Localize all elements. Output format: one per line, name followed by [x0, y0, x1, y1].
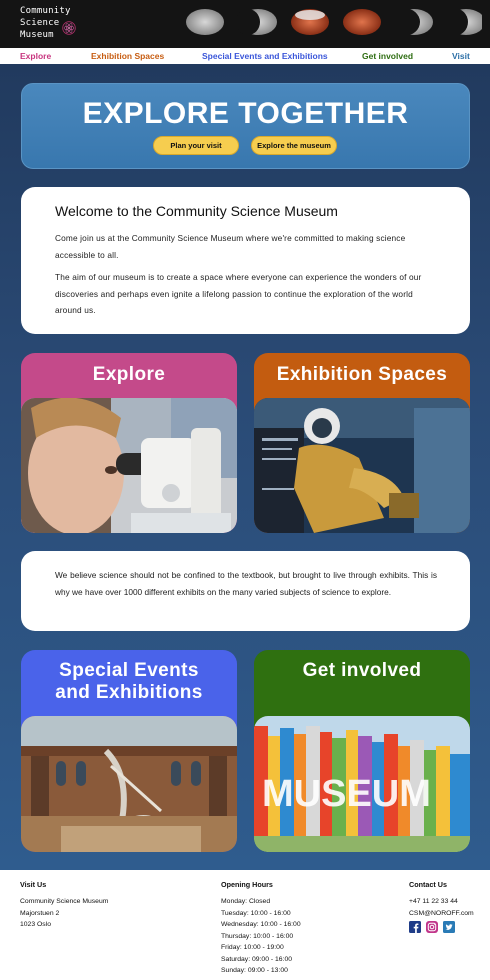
welcome-paragraph-2: The aim of our museum is to create a spa…	[55, 272, 422, 315]
footer-contact-heading: Contact Us	[409, 880, 447, 889]
main-nav: Explore Exhibition Spaces Special Events…	[0, 48, 490, 64]
museum-hall-image	[21, 716, 237, 852]
exhibition-spaces-tile[interactable]: Exhibition Spaces	[254, 353, 470, 533]
involved-tile-title: Get involved	[302, 660, 422, 681]
site-footer: Visit Us Community Science Museum Majors…	[0, 870, 490, 980]
welcome-paragraph-1: Come join us at the Community Science Mu…	[55, 233, 406, 260]
facebook-icon[interactable]	[409, 921, 421, 933]
nav-exhibition-spaces[interactable]: Exhibition Spaces	[91, 51, 164, 61]
footer-hours-heading: Opening Hours	[221, 880, 273, 889]
get-involved-tile[interactable]: Get involved MUSEUM	[254, 650, 470, 852]
logo-line-1: Community	[20, 6, 71, 16]
footer-hours-line: Friday: 10:00 - 19:00	[221, 944, 284, 951]
footer-visit: Visit Us Community Science Museum Majors…	[20, 880, 108, 931]
hero-title: EXPLORE TOGETHER	[82, 97, 409, 130]
nav-special-events[interactable]: Special Events and Exhibitions	[202, 51, 328, 61]
special-events-tile[interactable]: Special Events and Exhibitions	[21, 650, 237, 852]
footer-hours-line: Tuesday: 10:00 - 16:00	[221, 909, 291, 917]
footer-hours-line: Saturday: 09:00 - 16:00	[221, 955, 293, 963]
footer-visit-line: Community Science Museum	[20, 898, 109, 905]
atom-icon	[62, 21, 76, 35]
explore-tile[interactable]: Explore	[21, 353, 237, 533]
plan-visit-button[interactable]: Plan your visit	[153, 136, 239, 155]
believe-text: We believe science should not be confine…	[55, 570, 437, 597]
nav-get-involved[interactable]: Get involved	[362, 51, 413, 61]
events-tile-title-line-1: Special Events	[59, 660, 199, 681]
welcome-card: Welcome to the Community Science Museum …	[21, 187, 470, 334]
site-header: Community Science Museum	[0, 0, 490, 48]
explore-museum-button[interactable]: Explore the museum	[251, 136, 337, 155]
social-links	[409, 921, 474, 933]
hero-banner: EXPLORE TOGETHER	[21, 83, 470, 169]
footer-hours-line: Thursday: 10:00 - 16:00	[221, 932, 294, 940]
exhibition-tile-title: Exhibition Spaces	[276, 364, 448, 385]
footer-visit-line: Majorstuen 2	[20, 909, 60, 917]
astronaut-exhibit-image	[254, 398, 470, 533]
footer-visit-line: 1023 Oslo	[20, 921, 51, 928]
explore-tile-title: Explore	[92, 364, 166, 385]
events-tile-title-line-2: and Exhibitions	[55, 682, 203, 703]
nav-visit[interactable]: Visit	[452, 51, 470, 61]
instagram-icon[interactable]	[426, 921, 438, 933]
footer-visit-heading: Visit Us	[20, 880, 47, 889]
museum-facade-lettering: MUSEUM	[262, 773, 431, 815]
believe-card: We believe science should not be confine…	[21, 551, 470, 631]
museum-facade-image: MUSEUM	[254, 716, 470, 852]
welcome-title: Welcome to the Community Science Museum	[55, 203, 338, 219]
microscope-image	[21, 398, 237, 533]
footer-hours-line: Wednesday: 10:00 - 16:00	[221, 921, 301, 928]
footer-contact: Contact Us +47 11 22 33 44 CSM@NOROFF.co…	[409, 880, 474, 933]
moon-phases-banner	[186, 8, 482, 36]
nav-explore[interactable]: Explore	[20, 51, 51, 61]
footer-hours-line: Sunday: 09:00 - 13:00	[221, 967, 288, 974]
footer-hours-line: Monday: Closed	[221, 898, 271, 905]
footer-phone[interactable]: +47 11 22 33 44	[409, 896, 474, 908]
footer-hours: Opening Hours Monday: Closed Tuesday: 10…	[221, 880, 301, 977]
twitter-icon[interactable]	[443, 921, 455, 933]
footer-email[interactable]: CSM@NOROFF.com	[409, 908, 474, 920]
